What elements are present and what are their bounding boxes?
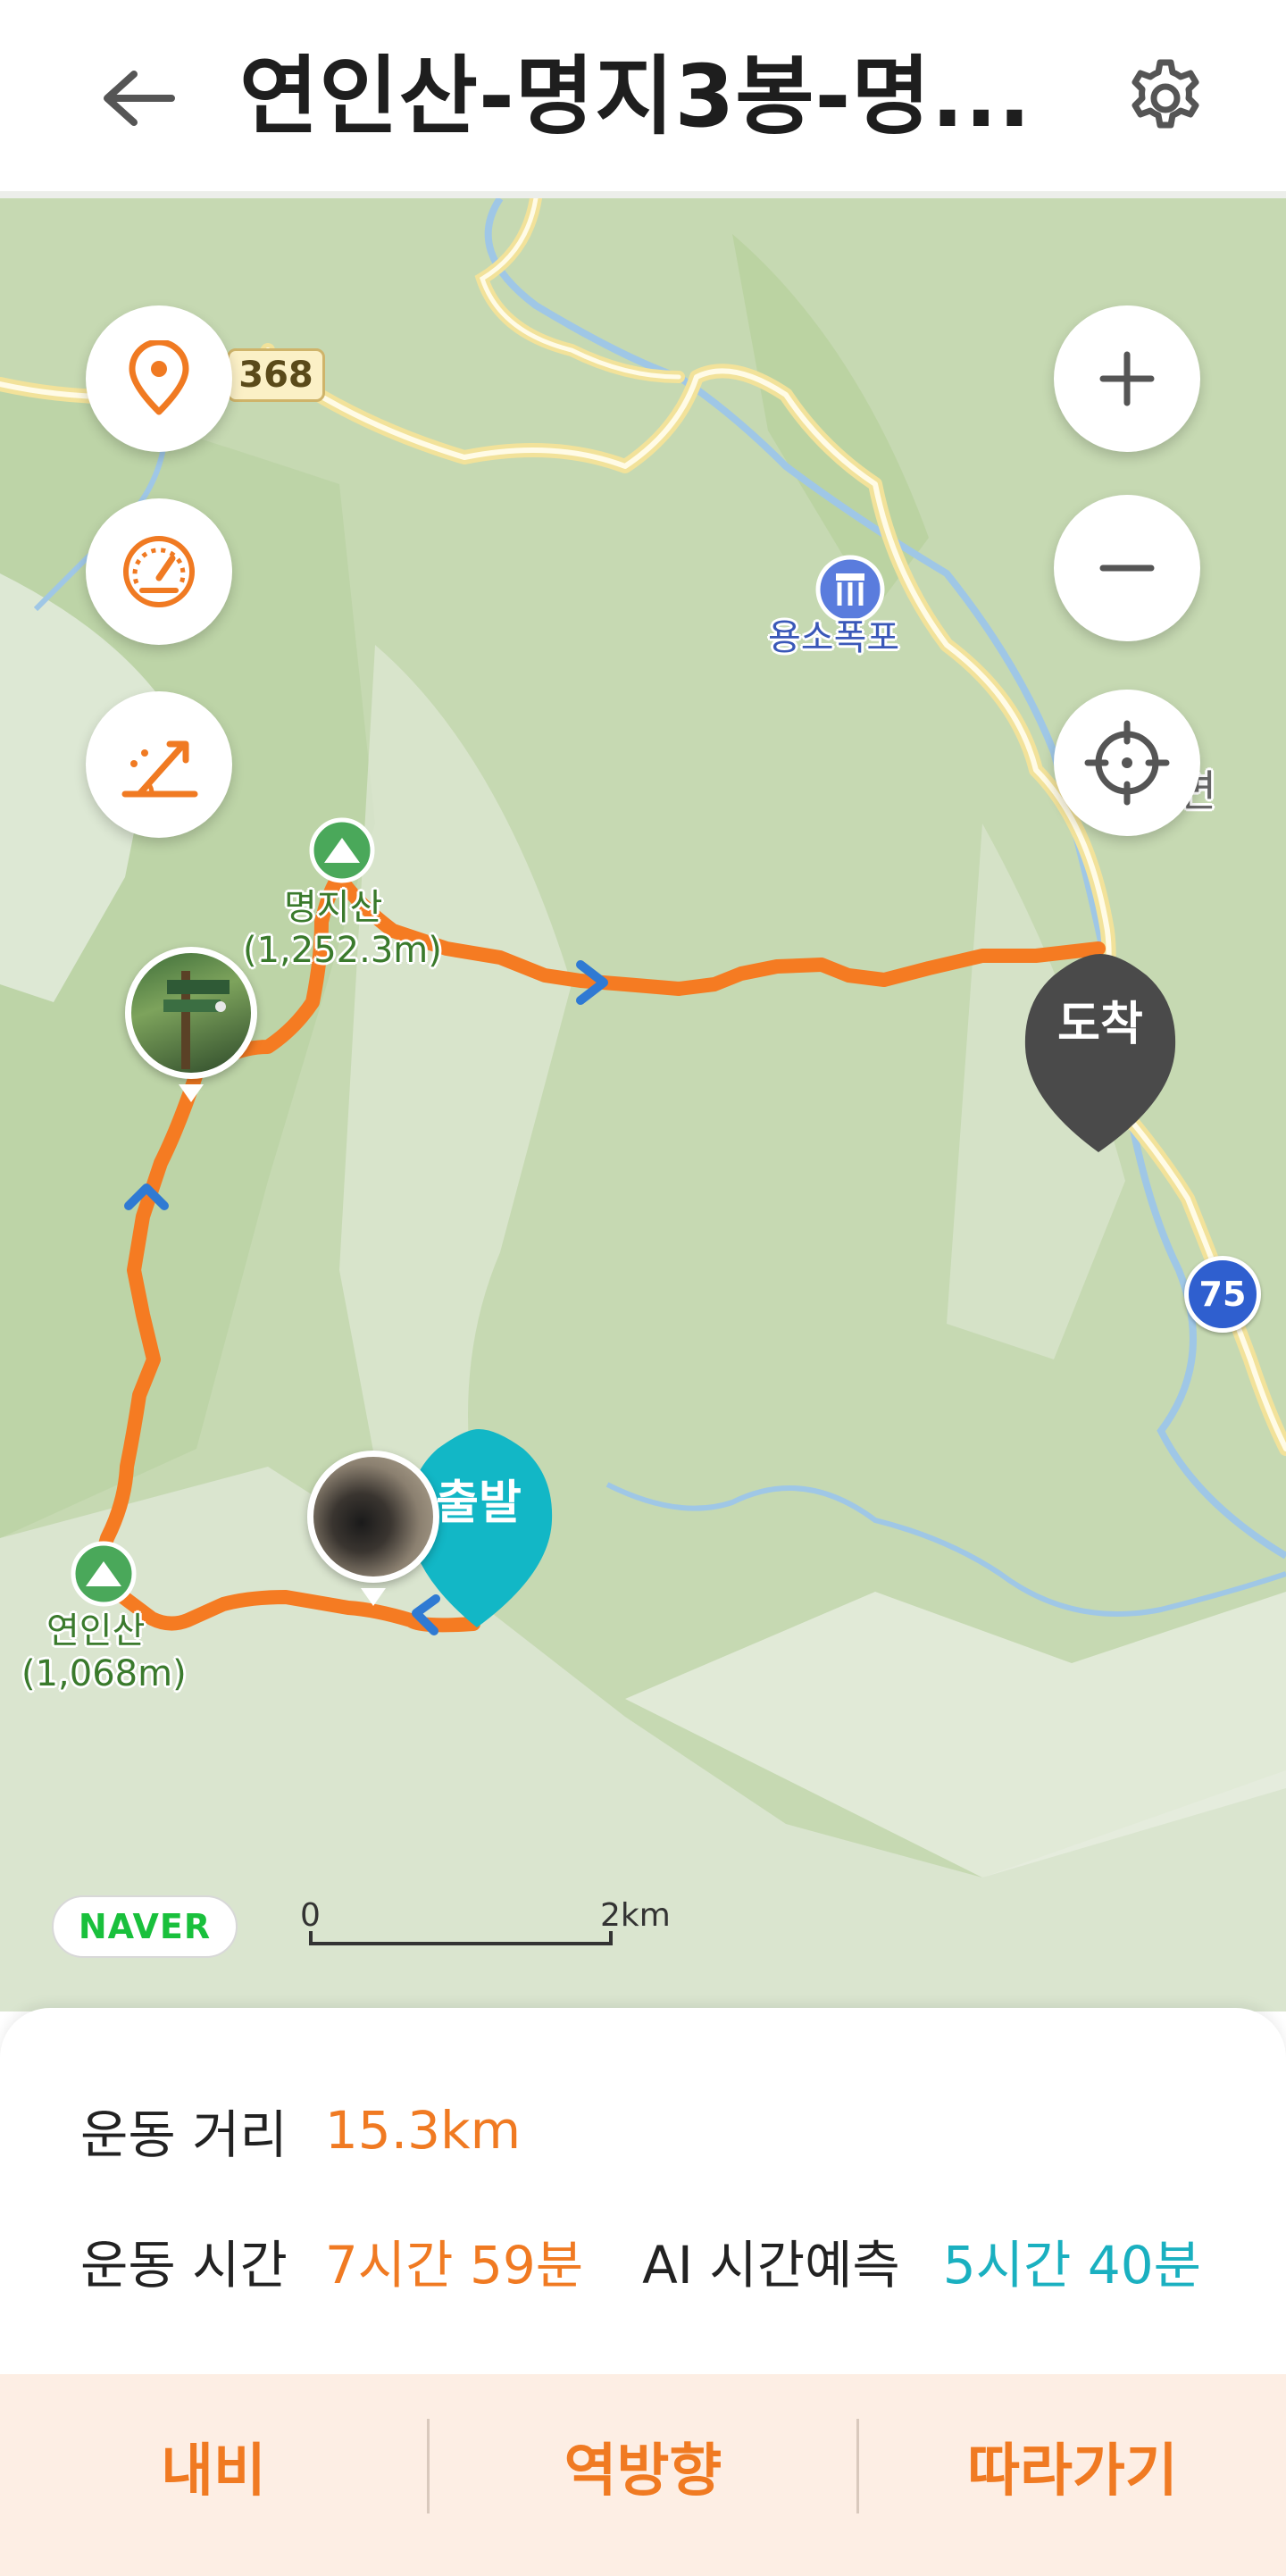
slope-icon (121, 740, 198, 798)
scale-bar (309, 1931, 613, 1945)
location-pin-icon (129, 340, 189, 415)
end-pin-label[interactable]: 도착 (1038, 986, 1163, 1053)
time-label: 운동 시간 (80, 2235, 288, 2296)
navigate-button[interactable]: 내비 (0, 2374, 427, 2576)
slope-button[interactable] (86, 691, 232, 838)
trail-sign-photo (163, 971, 230, 1069)
trail-photo-marker[interactable] (125, 947, 257, 1079)
start-pin-label[interactable]: 출발 (416, 1465, 541, 1532)
follow-route-button[interactable]: 따라가기 (859, 2374, 1286, 2576)
distance-label: 운동 거리 (80, 2104, 288, 2165)
time-row: 운동 시간 7시간 59분 AI 시간예측 5시간 40분 (80, 2221, 1201, 2301)
distance-value: 15.3km (324, 2100, 522, 2161)
waterfall-icon (815, 555, 885, 624)
page-title: 연인산-명지3봉-명... (239, 46, 1032, 146)
route-number-sign: 368 (227, 348, 325, 402)
bottom-action-bar: 내비 역방향 따라가기 (0, 2374, 1286, 2576)
peak-name-label: 연인산 (46, 1610, 146, 1652)
mountain-peak-icon (71, 1541, 137, 1607)
naver-attribution-logo: NAVER (52, 1895, 238, 1958)
waterfall-label: 용소폭포 (768, 617, 900, 658)
photo-marker-tail (361, 1588, 386, 1606)
scale-end-label: 2km (600, 1897, 671, 1934)
peak-elevation-label: (1,252.3m) (243, 930, 442, 971)
ai-estimate-label: AI 시간예측 (642, 2235, 900, 2296)
highway-number-sign: 75 (1184, 1256, 1261, 1333)
zoom-in-icon (1099, 351, 1155, 406)
workout-stats-panel: 운동 거리 15.3km 운동 시간 7시간 59분 AI 시간예측 5시간 4… (0, 2008, 1286, 2374)
current-location-button[interactable] (86, 305, 232, 452)
mountain-peak-icon (309, 817, 375, 883)
scale-start-label: 0 (300, 1897, 321, 1934)
reverse-route-button[interactable]: 역방향 (430, 2374, 856, 2576)
app-header: 연인산-명지3봉-명... (0, 0, 1286, 195)
header-divider (0, 191, 1286, 198)
speed-button[interactable] (86, 498, 232, 645)
settings-button[interactable] (1116, 49, 1215, 147)
peak-elevation-label: (1,068m) (21, 1653, 187, 1694)
zoom-out-icon (1099, 565, 1155, 572)
zoom-in-button[interactable] (1054, 305, 1200, 452)
recenter-button[interactable] (1054, 690, 1200, 836)
ai-estimate-value: 5시간 40분 (942, 2235, 1202, 2296)
back-button[interactable] (89, 54, 188, 143)
speedometer-icon (123, 536, 195, 607)
arrow-left-icon (104, 71, 175, 126)
gear-icon (1132, 59, 1199, 129)
map-view[interactable]: 368 75 용소폭포 명지산 (1,252.3m) 연인산 (1,068m) … (0, 198, 1286, 2011)
photo-marker-tail (179, 1084, 204, 1102)
crosshair-icon (1084, 720, 1170, 806)
time-value: 7시간 59분 (324, 2235, 584, 2296)
map-terrain (0, 198, 1286, 2011)
distance-row: 운동 거리 15.3km (80, 2090, 521, 2170)
peak-name-label: 명지산 (284, 887, 383, 928)
zoom-out-button[interactable] (1054, 495, 1200, 641)
